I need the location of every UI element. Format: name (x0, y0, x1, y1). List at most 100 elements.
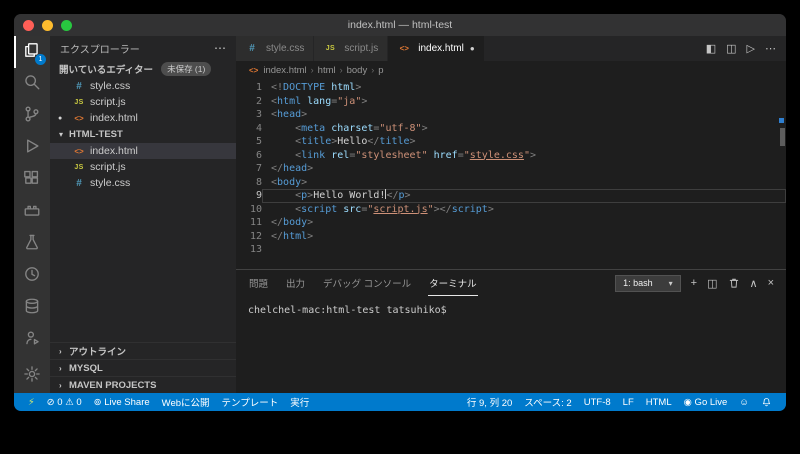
code-line-12[interactable]: 12</html> (236, 230, 786, 244)
status-runner[interactable]: ⚡ (22, 393, 41, 411)
tree-item-index.html[interactable]: <>index.html (50, 143, 236, 159)
status-eol[interactable]: LF (617, 393, 640, 411)
tab-script.js[interactable]: JSscript.js (314, 36, 388, 61)
tree-item-script.js[interactable]: JSscript.js (50, 159, 236, 175)
line-number[interactable]: 10 (236, 203, 262, 217)
line-number[interactable]: 13 (236, 243, 262, 257)
line-number[interactable]: 6 (236, 149, 262, 163)
debug-icon (23, 137, 41, 160)
status-indentation[interactable]: スペース: 2 (518, 393, 577, 411)
split-editor-icon[interactable]: ◫ (726, 42, 736, 55)
tab-index.html[interactable]: <>index.html● (388, 36, 484, 61)
code-line-10[interactable]: 10 <script src="script.js"></script> (236, 203, 786, 217)
code-line-7[interactable]: 7</head> (236, 162, 786, 176)
workspace-name: HTML-TEST (69, 129, 123, 140)
zoom-window-button[interactable] (61, 20, 72, 31)
editor-scrollbar-thumb[interactable] (780, 128, 785, 146)
open-preview-icon[interactable]: ◧ (706, 42, 716, 55)
status-cursor-position[interactable]: 行 9, 列 20 (461, 393, 518, 411)
status-language-mode[interactable]: HTML (640, 393, 678, 411)
status-text: ⊚ Live Share (94, 397, 150, 408)
bottom-panel: 問題出力デバッグ コンソールターミナル 1: bash ▾ + ◫ ∧ × chelc… (236, 269, 786, 393)
activity-database-button[interactable] (14, 292, 50, 324)
code-line-2[interactable]: 2<html lang="ja"> (236, 95, 786, 109)
code-line-13[interactable]: 13 (236, 243, 786, 257)
line-number[interactable]: 5 (236, 135, 262, 149)
line-number[interactable]: 7 (236, 162, 262, 176)
code-line-11[interactable]: 11</body> (236, 216, 786, 230)
line-number[interactable]: 11 (236, 216, 262, 230)
panel-tab-デバッグ コンソール[interactable]: デバッグ コンソール (322, 270, 412, 296)
line-number[interactable]: 4 (236, 122, 262, 136)
code-line-5[interactable]: 5 <title>Hello</title> (236, 135, 786, 149)
kill-terminal-icon[interactable] (728, 277, 740, 289)
status-feedback[interactable]: ☺ (733, 393, 755, 411)
breadcrumb-item[interactable]: html (318, 65, 336, 76)
new-terminal-icon[interactable]: + (691, 277, 697, 289)
section-MYSQL[interactable]: ›MYSQL (50, 359, 236, 376)
line-number[interactable]: 12 (236, 230, 262, 244)
more-actions-icon[interactable]: ⋯ (214, 41, 226, 55)
breadcrumb-item[interactable]: body (347, 65, 368, 76)
tab-style.css[interactable]: #style.css (236, 36, 314, 61)
line-number[interactable]: 1 (236, 81, 262, 95)
split-terminal-icon[interactable]: ◫ (707, 277, 717, 290)
panel-tab-出力[interactable]: 出力 (285, 270, 306, 296)
terminal-output[interactable]: chelchel-mac:html-test tatsuhiko$ (236, 296, 786, 393)
minimize-window-button[interactable] (42, 20, 53, 31)
code-line-3[interactable]: 3<head> (236, 108, 786, 122)
breadcrumb-item[interactable]: index.html (263, 65, 306, 76)
open-editor-script.js[interactable]: JSscript.js (50, 94, 236, 110)
maximize-panel-icon[interactable]: ∧ (750, 277, 758, 290)
activity-docker-button[interactable] (14, 196, 50, 228)
line-number[interactable]: 2 (236, 95, 262, 109)
activity-tests-button[interactable] (14, 228, 50, 260)
close-panel-icon[interactable]: × (768, 277, 774, 289)
modified-dot: ● (58, 115, 62, 122)
code-token: </ (271, 231, 283, 242)
breadcrumb-item[interactable]: p (378, 65, 383, 76)
status-problems[interactable]: ⊘ 0 ⚠ 0 (41, 393, 88, 411)
status-run[interactable]: 実行 (284, 393, 315, 411)
status-go-live[interactable]: ◉ Go Live (678, 393, 734, 411)
activity-run-debug-button[interactable] (14, 132, 50, 164)
code-line-8[interactable]: 8<body> (236, 176, 786, 190)
code-line-1[interactable]: 1<!DOCTYPE html> (236, 81, 786, 95)
activity-search-button[interactable] (14, 68, 50, 100)
status-publish-web[interactable]: Webに公開 (156, 393, 216, 411)
section-MAVEN PROJECTS[interactable]: ›MAVEN PROJECTS (50, 376, 236, 393)
code-line-4[interactable]: 4 <meta charset="utf-8"> (236, 122, 786, 136)
code-line-6[interactable]: 6 <link rel="stylesheet" href="style.css… (236, 149, 786, 163)
activity-source-control-button[interactable] (14, 100, 50, 132)
tree-item-style.css[interactable]: #style.css (50, 175, 236, 191)
code-editor[interactable]: 1<!DOCTYPE html>2<html lang="ja">3<head>… (236, 79, 786, 269)
activity-settings-button[interactable] (14, 359, 50, 393)
status-live-share[interactable]: ⊚ Live Share (88, 393, 156, 411)
line-number[interactable]: 3 (236, 108, 262, 122)
titlebar[interactable]: index.html — html-test (14, 14, 786, 36)
activity-extensions-button[interactable] (14, 164, 50, 196)
open-editors-header[interactable]: 開いているエディター 未保存 (1) (50, 60, 236, 78)
editor-tab-bar: #style.cssJSscript.js<>index.html● ◧ ◫ ▷ ⋯ (236, 36, 786, 61)
code-token: > (488, 204, 494, 215)
status-template[interactable]: テンプレート (216, 393, 285, 411)
activity-explorer-button[interactable]: 1 (14, 36, 50, 68)
activity-live-share-button[interactable] (14, 324, 50, 356)
open-editor-style.css[interactable]: #style.css (50, 78, 236, 94)
line-number[interactable]: 9 (236, 189, 262, 203)
terminal-shell-select[interactable]: 1: bash ▾ (615, 275, 681, 292)
close-window-button[interactable] (23, 20, 34, 31)
workspace-section-header[interactable]: ▾ HTML-TEST (50, 126, 236, 143)
panel-tab-ターミナル[interactable]: ターミナル (428, 270, 478, 296)
chevron-separator-icon: › (311, 65, 314, 75)
status-encoding[interactable]: UTF-8 (578, 393, 617, 411)
section-アウトライン[interactable]: ›アウトライン (50, 342, 236, 359)
panel-tab-問題[interactable]: 問題 (248, 270, 269, 296)
run-file-icon[interactable]: ▷ (747, 42, 755, 55)
activity-timeline-button[interactable] (14, 260, 50, 292)
open-editor-index.html[interactable]: ●<>index.html (50, 110, 236, 126)
code-line-9[interactable]: 9 <p>Hello World!</p> (236, 189, 786, 203)
line-number[interactable]: 8 (236, 176, 262, 190)
status-notifications[interactable] (755, 393, 778, 411)
more-actions-icon[interactable]: ⋯ (765, 42, 776, 55)
